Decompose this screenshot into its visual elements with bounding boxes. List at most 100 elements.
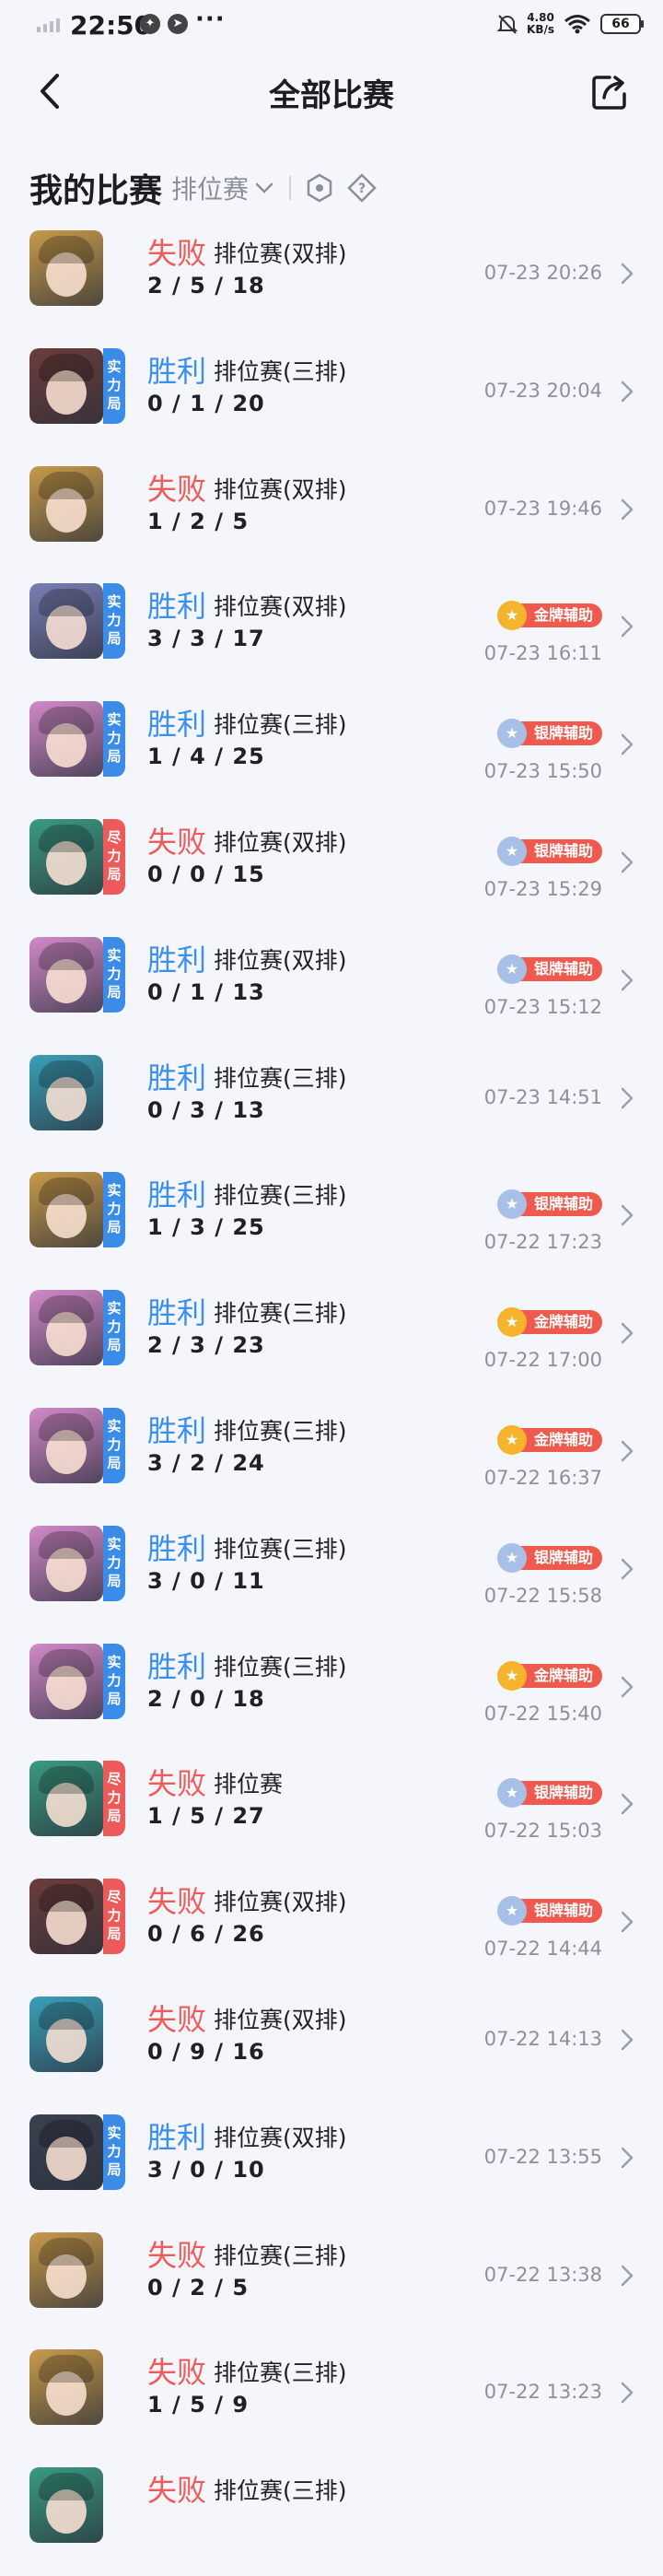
match-row[interactable]: 失败 排位赛(双排) 0 / 9 / 16 07-22 14:13 [0,1987,663,2105]
hero-portrait [29,1525,103,1601]
hero-portrait [29,701,103,778]
match-kda: 0 / 3 / 13 [147,1096,265,1123]
hero-portrait [29,1407,103,1483]
match-result: 胜利 [147,707,207,743]
match-time: 07-23 16:11 [483,642,602,665]
mode-dropdown[interactable]: 排位赛 [171,170,274,206]
match-kda: 3 / 0 / 10 [147,2156,265,2183]
support-badge: ★ 银牌辅助 [497,1778,602,1809]
chevron-right-icon[interactable] [619,1321,635,1345]
medal-icon: ★ [497,719,527,749]
hero-avatar: 实力局 [29,583,125,660]
chevron-right-icon[interactable] [619,1792,635,1816]
hero-portrait [29,230,103,306]
match-kda: 3 / 2 / 24 [147,1449,265,1476]
chevron-right-icon[interactable] [619,615,635,638]
support-badge-label: 银牌辅助 [533,1195,593,1213]
match-time: 07-22 17:00 [483,1349,602,1372]
match-row[interactable]: 实力局 胜利 排位赛(三排) 1 / 3 / 25 ★ 银牌辅助 07-22 17:23 [0,1163,663,1281]
support-badge-label: 银牌辅助 [533,1548,593,1566]
match-row[interactable]: 失败 排位赛(双排) 2 / 5 / 18 07-23 20:26 [0,221,663,339]
support-badge: ★ 金牌辅助 [497,1424,602,1455]
match-row[interactable]: 尽力局 失败 排位赛(双排) 0 / 6 / 26 ★ 银牌辅助 07-22 14:44 [0,1869,663,1987]
hexagon-filter-icon[interactable] [304,172,335,204]
match-time: 07-22 16:37 [483,1466,602,1489]
hero-portrait [29,1172,103,1248]
match-row[interactable]: 胜利 排位赛(三排) 0 / 3 / 13 07-23 14:51 [0,1046,663,1164]
help-icon[interactable]: ? [346,172,378,204]
match-time: 07-22 14:44 [483,1938,602,1961]
match-row[interactable]: 实力局 胜利 排位赛(三排) 1 / 4 / 25 ★ 银牌辅助 07-23 15:50 [0,692,663,810]
match-row[interactable]: 尽力局 失败 排位赛 1 / 5 / 27 ★ 银牌辅助 07-22 15:03 [0,1751,663,1869]
match-row[interactable]: 失败 排位赛(三排) 1 / 5 / 9 07-22 13:23 [0,2340,663,2458]
match-mode: 排位赛(三排) [214,2477,347,2505]
chevron-right-icon[interactable] [619,498,635,521]
match-time: 07-22 15:40 [483,1702,602,1725]
match-mode: 排位赛 [214,1771,284,1798]
hero-portrait [29,1054,103,1130]
chevron-right-icon[interactable] [619,1557,635,1581]
chevron-right-icon[interactable] [619,380,635,404]
match-result: 失败 [147,471,207,507]
match-kda: 3 / 3 / 17 [147,626,265,652]
chevron-right-icon[interactable] [619,2146,635,2170]
support-badge-label: 银牌辅助 [533,1902,593,1920]
chevron-right-icon[interactable] [619,2028,635,2052]
match-row[interactable]: 实力局 胜利 排位赛(三排) 3 / 0 / 11 ★ 银牌辅助 07-22 15:58 [0,1516,663,1634]
hero-avatar: 实力局 [29,1643,125,1719]
match-mode: 排位赛(三排) [214,711,347,739]
match-time: 07-23 15:50 [483,760,602,783]
match-result: 失败 [147,1766,207,1802]
match-result: 胜利 [147,2119,207,2155]
match-result: 失败 [147,2355,207,2391]
chevron-right-icon[interactable] [619,1203,635,1227]
chevron-right-icon[interactable] [619,732,635,756]
support-badge-label: 金牌辅助 [533,1313,593,1331]
match-mode: 排位赛(双排) [214,240,347,267]
chevron-right-icon[interactable] [619,1910,635,1934]
chevron-right-icon[interactable] [619,2264,635,2288]
chevron-right-icon[interactable] [619,262,635,286]
match-mode: 排位赛(三排) [214,2242,347,2269]
hero-portrait [29,936,103,1013]
match-row[interactable]: 实力局 胜利 排位赛(三排) 2 / 3 / 23 ★ 金牌辅助 07-22 17:00 [0,1281,663,1399]
hero-portrait [29,2113,103,2190]
match-kda: 2 / 3 / 23 [147,1332,265,1359]
chevron-right-icon[interactable] [619,1439,635,1463]
hero-portrait [29,347,103,424]
match-row[interactable]: 实力局 胜利 排位赛(三排) 3 / 2 / 24 ★ 金牌辅助 07-22 16:37 [0,1399,663,1516]
hero-avatar: 实力局 [29,701,125,778]
chevron-right-icon[interactable] [619,1086,635,1110]
support-badge-label: 银牌辅助 [533,959,593,978]
match-row[interactable]: 失败 排位赛(三排) [0,2458,663,2576]
divider [289,176,292,200]
match-quality-tag: 实力局 [103,1290,125,1366]
match-row[interactable]: 尽力局 失败 排位赛(双排) 0 / 0 / 15 ★ 银牌辅助 07-23 15:29 [0,810,663,928]
share-icon[interactable] [589,72,630,112]
match-row[interactable]: 实力局 胜利 排位赛(双排) 3 / 3 / 17 ★ 金牌辅助 07-23 16:11 [0,574,663,692]
support-badge: ★ 金牌辅助 [497,1307,602,1338]
match-row[interactable]: 实力局 胜利 排位赛(三排) 2 / 0 / 18 ★ 金牌辅助 07-22 15:40 [0,1634,663,1752]
hero-portrait [29,1761,103,1837]
match-row[interactable]: 实力局 胜利 排位赛(双排) 3 / 0 / 10 07-22 13:55 [0,2105,663,2223]
match-result: 胜利 [147,589,207,625]
match-mode: 排位赛(三排) [214,2359,347,2387]
chevron-right-icon[interactable] [619,968,635,992]
support-badge-label: 银牌辅助 [533,841,593,860]
chevron-right-icon[interactable] [619,1675,635,1699]
match-row[interactable]: 实力局 胜利 排位赛(双排) 0 / 1 / 13 ★ 银牌辅助 07-23 15:12 [0,928,663,1046]
hero-avatar [29,1054,125,1130]
chevron-right-icon[interactable] [619,850,635,874]
support-badge: ★ 银牌辅助 [497,954,602,984]
match-row[interactable]: 失败 排位赛(双排) 1 / 2 / 5 07-23 19:46 [0,457,663,575]
support-badge: ★ 银牌辅助 [497,1896,602,1926]
match-row[interactable]: 实力局 胜利 排位赛(三排) 0 / 1 / 20 07-23 20:04 [0,339,663,457]
match-row[interactable]: 失败 排位赛(三排) 0 / 2 / 5 07-22 13:38 [0,2223,663,2341]
hero-portrait [29,1996,103,2072]
match-quality-tag: 尽力局 [103,1761,125,1837]
match-result: 失败 [147,1884,207,1920]
match-kda: 0 / 6 / 26 [147,1921,265,1948]
hero-avatar: 实力局 [29,936,125,1013]
signal-icon [37,18,60,32]
chevron-right-icon[interactable] [619,2381,635,2405]
